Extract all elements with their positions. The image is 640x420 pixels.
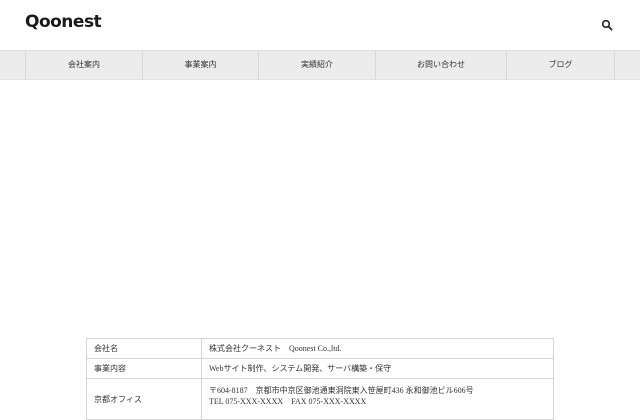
site-header: Qoonest xyxy=(0,0,640,50)
search-icon[interactable] xyxy=(601,18,613,31)
nav-item-blog[interactable]: ブログ xyxy=(506,51,615,79)
table-row: 事業内容 Webサイト制作、システム開発、サーバ構築・保守 xyxy=(86,358,554,379)
site-logo[interactable]: Qoonest xyxy=(25,12,102,32)
nav-item-business[interactable]: 事業案内 xyxy=(142,51,258,79)
row-label-company-name: 会社名 xyxy=(86,338,202,359)
nav-item-works[interactable]: 実績紹介 xyxy=(258,51,375,79)
nav-item-company[interactable]: 会社案内 xyxy=(25,51,142,79)
nav-item-contact[interactable]: お問い合わせ xyxy=(375,51,506,79)
row-label-kyoto-office: 京都オフィス xyxy=(86,378,202,420)
global-nav: 会社案内 事業案内 実績紹介 お問い合わせ ブログ xyxy=(0,50,640,80)
row-value-kyoto-office: 〒604-8187 京都市中京区御池通東洞院東入笹屋町436 永和御池ビル606… xyxy=(201,378,554,420)
office-phone: TEL 075-XXX-XXXX FAX 075-XXX-XXXX xyxy=(209,397,367,406)
row-value-business: Webサイト制作、システム開発、サーバ構築・保守 xyxy=(201,358,554,379)
company-info-table: 会社名 株式会社クーネスト Qoonest Co.,ltd. 事業内容 Webサ… xyxy=(86,338,554,420)
table-row: 京都オフィス 〒604-8187 京都市中京区御池通東洞院東入笹屋町436 永和… xyxy=(86,378,554,420)
table-row: 会社名 株式会社クーネスト Qoonest Co.,ltd. xyxy=(86,338,554,359)
office-address: 〒604-8187 京都市中京区御池通東洞院東入笹屋町436 永和御池ビル606… xyxy=(209,386,474,395)
row-label-business: 事業内容 xyxy=(86,358,202,379)
row-value-company-name: 株式会社クーネスト Qoonest Co.,ltd. xyxy=(201,338,554,359)
